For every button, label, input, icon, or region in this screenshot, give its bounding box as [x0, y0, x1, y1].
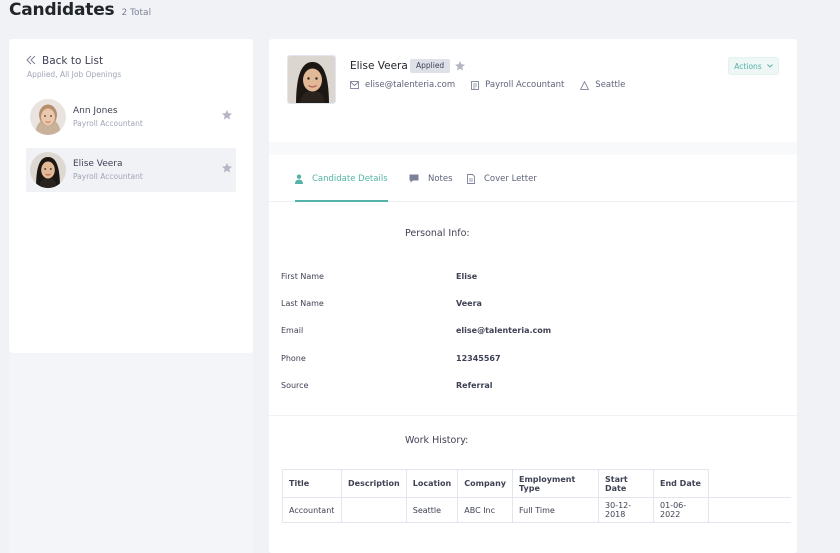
candidate-role: Payroll Accountant [73, 119, 143, 128]
id-card-icon [471, 80, 480, 90]
document-icon [467, 173, 475, 184]
table-filler [708, 497, 791, 523]
table-cell: ABC Inc [457, 497, 513, 523]
candidate-count: 2 Total [121, 8, 152, 18]
field-label-source: Source [281, 381, 309, 390]
candidate-name: Ann Jones [73, 106, 118, 116]
candidate-full-name: Elise Veera [350, 60, 408, 72]
table-cell: Full Time [512, 497, 599, 523]
double-chevron-left-icon [26, 55, 36, 67]
column-header: Title [282, 469, 342, 498]
column-header: Company [457, 469, 513, 498]
field-value-email: elise@talenteria.com [456, 326, 552, 335]
envelope-icon [350, 81, 359, 89]
column-header: Start Date [598, 469, 654, 498]
header-separator-band [269, 142, 797, 155]
avatar [30, 99, 66, 135]
column-header: Description [341, 469, 407, 498]
section-divider [269, 415, 797, 416]
star-icon[interactable] [221, 162, 233, 174]
back-to-list-label: Back to List [42, 55, 104, 67]
candidate-list-panel: Back to List Applied, All Job Openings A… [9, 39, 253, 353]
tab-cover-letter[interactable]: Cover Letter [467, 155, 537, 202]
candidate-role: Payroll Accountant [73, 172, 143, 181]
tab-candidate-details[interactable]: Candidate Details [295, 155, 388, 202]
tab-label: Candidate Details [312, 173, 388, 184]
candidate-location: Seattle [595, 80, 626, 90]
candidate-email: elise@talenteria.com [365, 80, 456, 90]
table-cell: Seattle [405, 497, 459, 523]
star-icon[interactable] [454, 60, 466, 72]
page-title: Candidates [9, 0, 115, 20]
chat-icon [409, 174, 419, 183]
field-label-phone: Phone [281, 354, 306, 363]
table-filler [708, 469, 791, 498]
candidate-name: Elise Veera [73, 159, 123, 169]
table-cell: 01-06-2022 [653, 497, 709, 523]
personal-info-title: Personal Info: [405, 228, 470, 239]
detail-tabs: Candidate Details Notes Cover Letter [269, 155, 797, 202]
back-to-list-link[interactable]: Back to List [26, 55, 103, 67]
avatar [30, 152, 66, 188]
field-value-last-name: Veera [456, 299, 482, 308]
table-header-row: Title Description Location Company Emplo… [282, 469, 791, 498]
left-panel-empty-area [9, 353, 253, 553]
work-history-table: Title Description Location Company Emplo… [282, 469, 791, 523]
candidate-list-item[interactable]: Elise Veera Payroll Accountant [26, 148, 236, 192]
position-meta: Payroll Accountant [471, 80, 564, 90]
field-value-first-name: Elise [456, 272, 478, 281]
page-header: Candidates 2 Total [9, 0, 151, 24]
field-label-first-name: First Name [281, 272, 324, 281]
star-icon[interactable] [221, 109, 233, 121]
location-meta: Seattle [580, 80, 625, 90]
profile-photo [287, 55, 336, 104]
table-cell: 30-12-2018 [598, 497, 654, 523]
field-value-phone: 12345567 [456, 354, 501, 363]
field-value-source: Referral [456, 381, 493, 390]
chevron-down-icon [766, 62, 773, 70]
tab-label: Cover Letter [484, 173, 537, 184]
filter-label: Applied, All Job Openings [27, 70, 122, 79]
candidate-detail-panel: Elise Veera Applied elise@talenteria.com… [269, 39, 797, 553]
table-row: Accountant Seattle ABC Inc Full Time 30-… [282, 497, 791, 523]
email-meta: elise@talenteria.com [350, 80, 455, 90]
table-cell [341, 497, 407, 523]
status-badge: Applied [410, 59, 451, 73]
column-header: Location [405, 469, 459, 498]
user-icon [295, 174, 303, 184]
field-label-email: Email [281, 326, 304, 335]
work-history-title: Work History: [405, 435, 469, 446]
candidate-meta: elise@talenteria.com Payroll Accountant … [350, 80, 641, 90]
candidate-list-item[interactable]: Ann Jones Payroll Accountant [26, 95, 236, 139]
tab-notes[interactable]: Notes [409, 155, 453, 202]
field-label-last-name: Last Name [281, 299, 324, 308]
actions-label: Actions [734, 61, 762, 71]
column-header: Employment Type [512, 469, 599, 498]
tab-label: Notes [428, 173, 453, 184]
actions-button[interactable]: Actions [728, 57, 779, 75]
table-cell: Accountant [282, 497, 342, 523]
column-header: End Date [653, 469, 709, 498]
location-icon [580, 80, 590, 90]
candidate-position: Payroll Accountant [485, 80, 565, 90]
